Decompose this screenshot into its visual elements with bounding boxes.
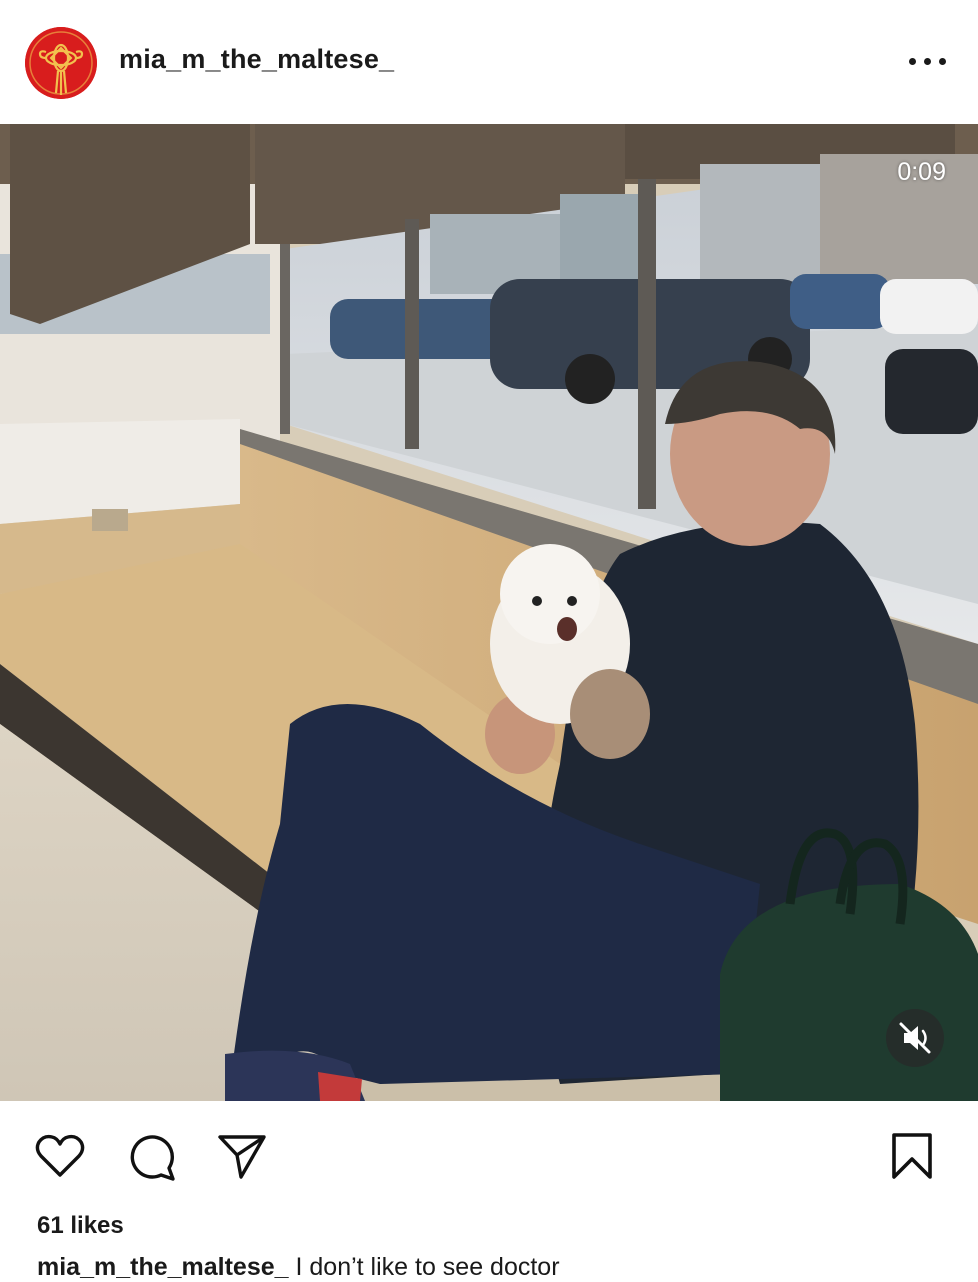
likes-count[interactable]: 61 likes (37, 1212, 124, 1240)
red-knot-logo-icon (25, 27, 97, 99)
post-caption: mia_m_the_maltese_ I don’t like to see d… (37, 1253, 560, 1282)
comment-icon[interactable] (127, 1132, 177, 1187)
post-actions: 61 likes mia_m_the_maltese_ I don’t like… (0, 1101, 978, 1282)
caption-username[interactable]: mia_m_the_maltese_ (37, 1253, 289, 1281)
more-options-icon[interactable] (906, 48, 950, 76)
caption-text: I don’t like to see doctor (295, 1253, 560, 1281)
sound-off-icon[interactable] (886, 1009, 944, 1067)
send-icon[interactable] (216, 1131, 268, 1186)
video-timer: 0:09 (897, 158, 946, 186)
bookmark-icon[interactable] (890, 1131, 934, 1186)
heart-icon[interactable] (34, 1133, 86, 1184)
post-header: mia_m_the_maltese_ (0, 0, 978, 124)
post-video[interactable]: 0:09 (0, 124, 978, 1101)
video-frame-image (0, 124, 978, 1101)
post-username[interactable]: mia_m_the_maltese_ (119, 44, 394, 75)
profile-avatar[interactable] (25, 27, 97, 99)
